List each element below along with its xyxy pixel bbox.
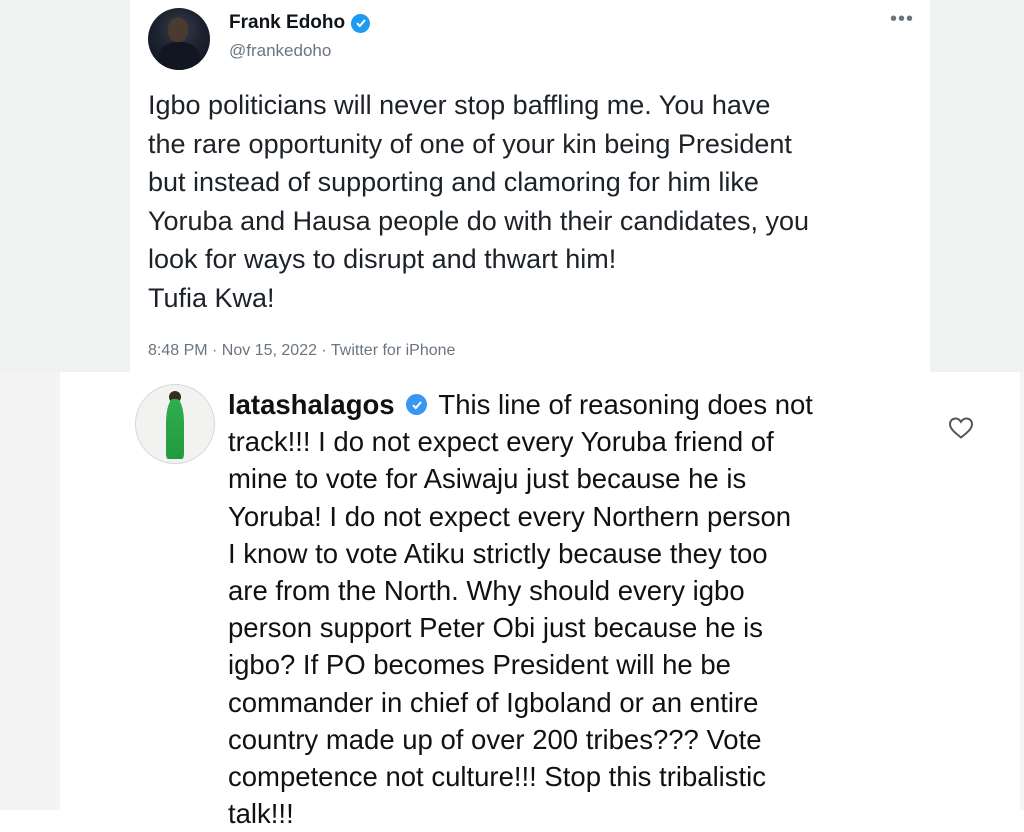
avatar-body	[158, 42, 200, 70]
author-name-text: Frank Edoho	[229, 12, 346, 33]
commenter-username[interactable]: latashalagos	[228, 389, 395, 420]
comment-line: competence not culture!!! Stop this trib…	[228, 761, 767, 793]
comment-line: mine to vote for Asiwaju just because he…	[228, 463, 747, 495]
comment-first-line: latashalagos This line of reasoning does…	[228, 386, 928, 423]
tweet-line: Igbo politicians will never stop bafflin…	[148, 90, 771, 120]
comment-line: track!!! I do not expect every Yoruba fr…	[228, 426, 774, 458]
comment-card: latashalagos This line of reasoning does…	[60, 372, 1020, 829]
comment-line: person support Peter Obi just because he…	[228, 612, 764, 644]
comment-line: are from the North. Why should every igb…	[228, 575, 745, 607]
comment-line: I know to vote Atiku strictly because th…	[228, 537, 768, 569]
tweet-line: look for ways to disrupt and thwart him!	[148, 244, 617, 274]
tweet-card: Frank Edoho @frankedoho ••• Igbo politic…	[130, 0, 930, 372]
comment-line: igbo? If PO becomes President will he be	[228, 649, 731, 681]
tweet-timestamp[interactable]: 8:48 PM · Nov 15, 2022 · Twitter for iPh…	[148, 342, 455, 360]
author-avatar[interactable]	[148, 8, 210, 70]
avatar-figure	[166, 399, 184, 459]
heart-icon[interactable]	[948, 416, 974, 440]
tweet-line: Yoruba and Hausa people do with their ca…	[148, 205, 809, 236]
commenter-avatar[interactable]	[135, 384, 215, 464]
comment-line: This line of reasoning does not	[438, 389, 813, 420]
background-margin-right	[1020, 372, 1024, 810]
tweet-line: Tufia Kwa!	[148, 282, 275, 313]
more-options-icon[interactable]: •••	[890, 8, 914, 31]
comment-line: country made up of over 200 tribes??? Vo…	[228, 723, 762, 755]
author-name[interactable]: Frank Edoho	[229, 12, 371, 34]
verified-badge-icon	[351, 13, 371, 33]
comment-line: Yoruba! I do not expect every Northern p…	[228, 500, 792, 532]
verified-badge-icon	[406, 394, 428, 416]
comment-text: latashalagos This line of reasoning does…	[228, 386, 928, 832]
author-handle[interactable]: @frankedoho	[229, 41, 331, 61]
comment-line: commander in chief of Igboland or an ent…	[228, 686, 759, 718]
background-margin-left	[0, 372, 60, 810]
background-margin-left	[0, 0, 130, 372]
avatar-head	[168, 18, 188, 42]
background-margin-right	[930, 0, 1024, 372]
tweet-text: Igbo politicians will never stop bafflin…	[148, 86, 928, 317]
tweet-line: but instead of supporting and clamoring …	[148, 167, 759, 197]
comment-line: talk!!!	[228, 798, 294, 830]
tweet-line: the rare opportunity of one of your kin …	[148, 128, 792, 159]
